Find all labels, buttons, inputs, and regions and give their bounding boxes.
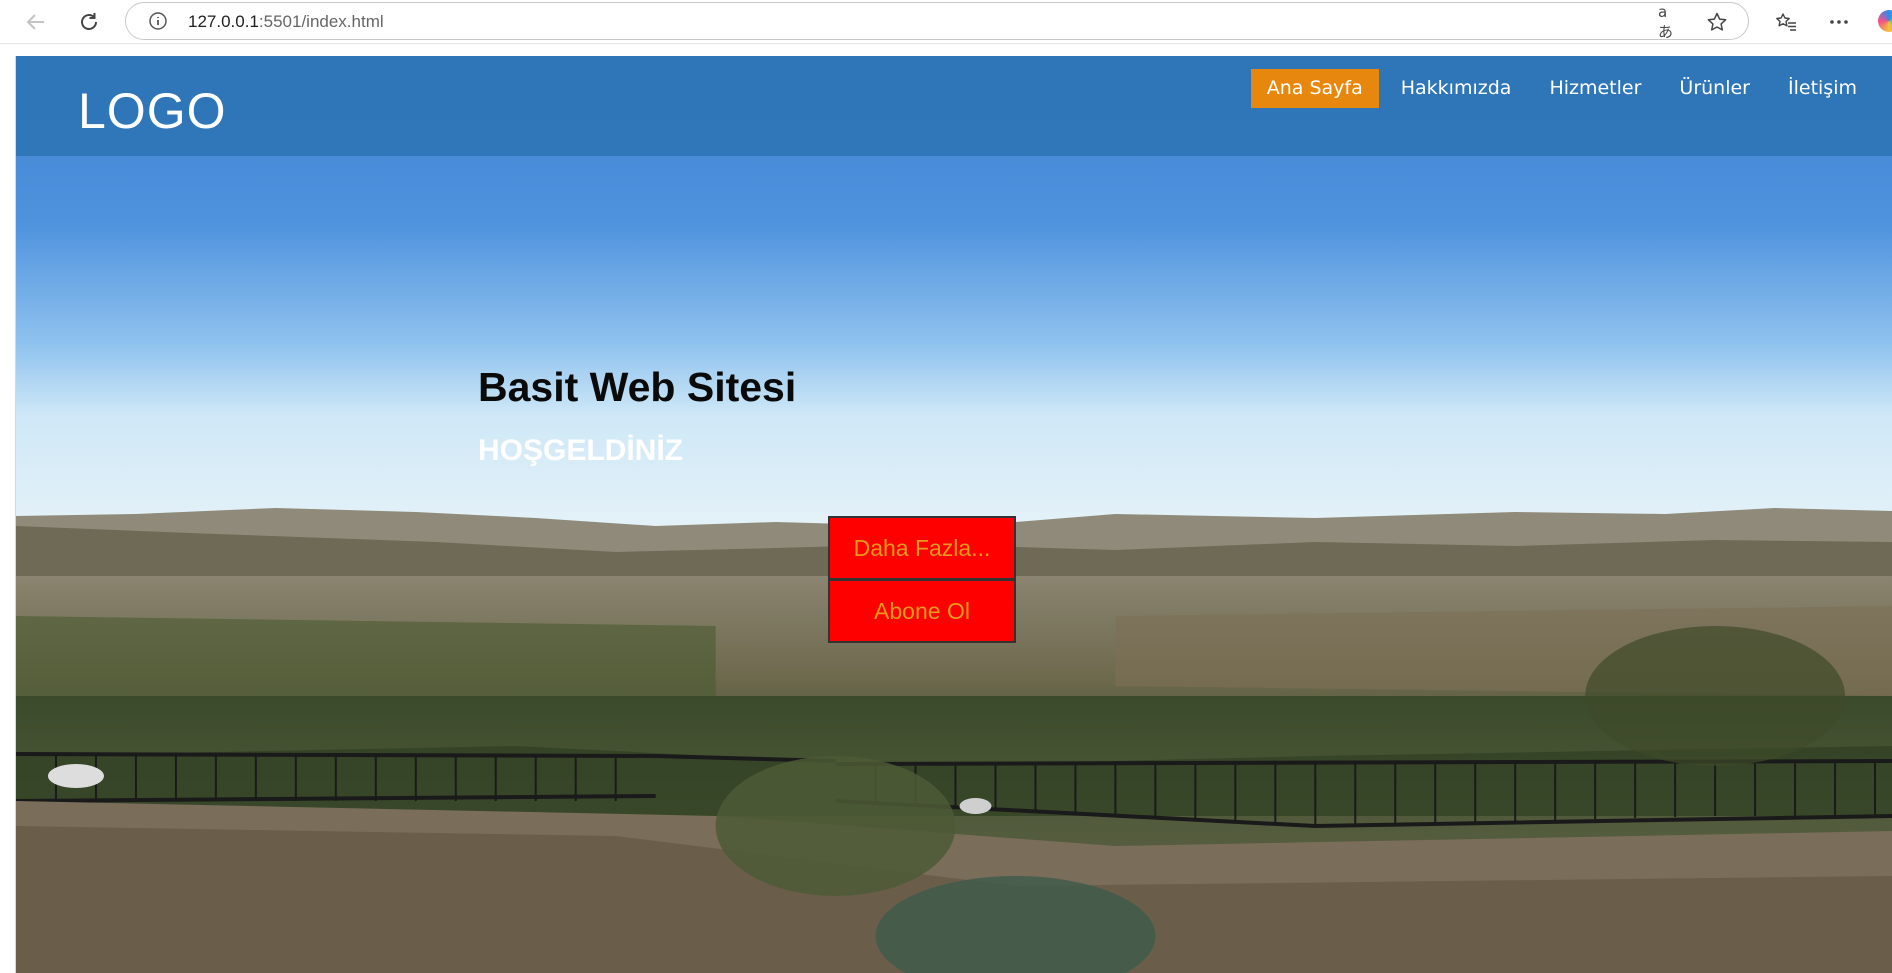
star-icon[interactable] [1706,11,1728,33]
more-button[interactable]: Daha Fazla... [828,516,1016,580]
address-bar[interactable]: 127.0.0.1:5501/index.html aあ [125,2,1749,41]
site-header: LOGO Ana Sayfa Hakkımızda Hizmetler Ürün… [16,56,1892,156]
copilot-icon[interactable] [1878,10,1892,32]
nav-item-ana-sayfa[interactable]: Ana Sayfa [1250,69,1379,108]
subscribe-button[interactable]: Abone Ol [828,579,1016,643]
nav-item-hizmetler[interactable]: Hizmetler [1533,69,1657,108]
back-arrow-icon[interactable] [20,6,52,38]
reload-icon[interactable] [73,6,105,38]
hero-background-image [16,56,1892,973]
url-host: 127.0.0.1 [188,12,259,31]
translate-icon[interactable]: aあ [1658,3,1680,41]
main-nav: Ana Sayfa Hakkımızda Hizmetler Ürünler İ… [1245,69,1873,108]
nav-item-hakkimizda[interactable]: Hakkımızda [1385,69,1528,108]
more-icon[interactable] [1823,6,1855,38]
hero-subtitle: HOŞGELDİNİZ [478,434,684,467]
page-viewport: LOGO Ana Sayfa Hakkımızda Hizmetler Ürün… [15,56,1892,973]
url-text[interactable]: 127.0.0.1:5501/index.html [188,12,384,32]
url-path: :5501/index.html [258,12,384,31]
hero-title: Basit Web Sitesi [478,364,797,410]
info-icon[interactable] [148,11,168,31]
browser-toolbar: 127.0.0.1:5501/index.html aあ [0,0,1892,44]
favorites-icon[interactable] [1770,6,1802,38]
site-logo[interactable]: LOGO [78,82,226,140]
nav-item-urunler[interactable]: Ürünler [1663,69,1766,108]
nav-item-iletisim[interactable]: İletişim [1772,69,1873,108]
